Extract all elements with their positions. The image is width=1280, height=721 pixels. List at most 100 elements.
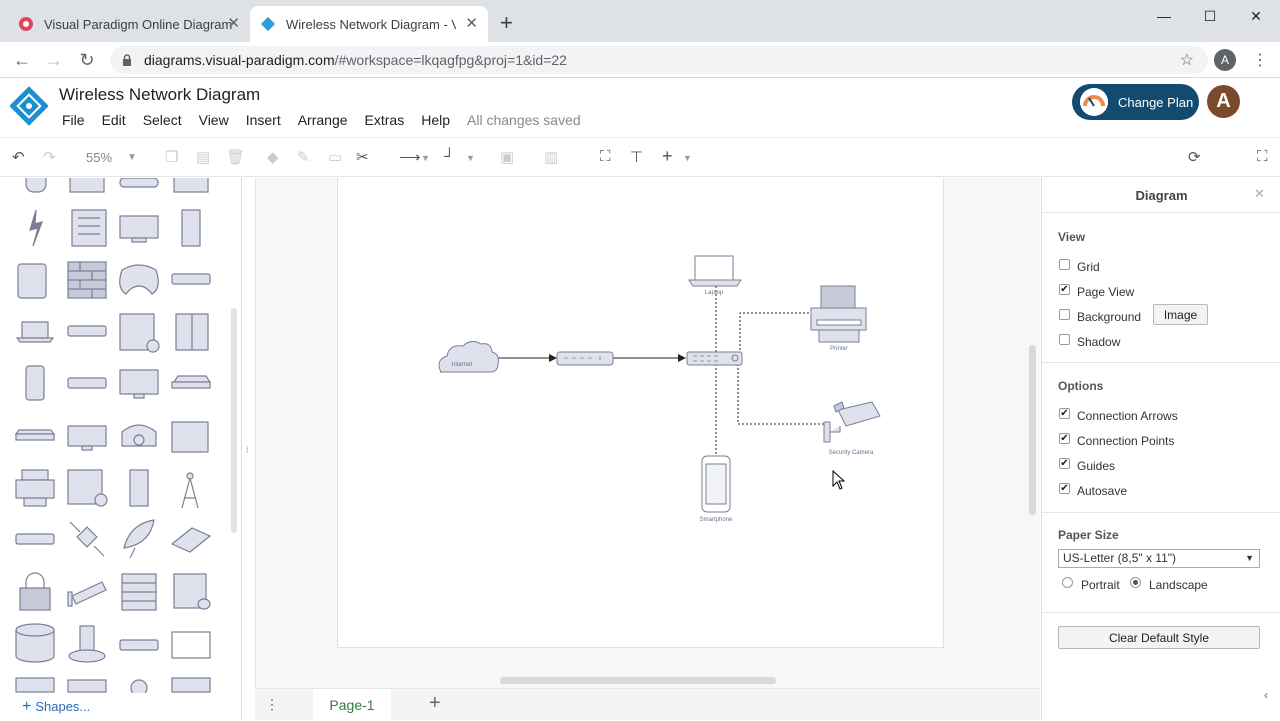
smartphone-shape-icon[interactable] [25,365,45,401]
printer-shape-icon[interactable] [15,469,55,507]
line-color-icon[interactable]: ✎ [297,148,310,166]
blade-server-shape-icon[interactable] [129,469,149,507]
patch-panel-shape-icon[interactable] [119,639,159,651]
cluster-shape-icon[interactable] [68,625,106,663]
fill-color-icon[interactable]: ◆ [267,148,279,166]
rack-unit-shape-icon[interactable] [15,533,55,545]
telephone-shape-icon[interactable] [121,424,157,447]
paste-icon[interactable]: ▤ [196,148,210,166]
close-tab-icon[interactable]: ✕ [465,14,478,32]
align-icon[interactable]: ▥ [544,148,558,166]
waypoint-dropdown-icon[interactable]: ▼ [466,153,475,163]
shape-panel-scrollbar[interactable] [231,308,237,533]
gamepad-shape-icon[interactable] [119,264,159,295]
pbx-shape-icon[interactable] [171,421,209,453]
tower-server-shape-icon[interactable] [181,209,201,247]
database-shape-icon[interactable] [15,623,55,663]
insert-plus-icon[interactable]: + [662,146,673,167]
forward-icon[interactable]: → [42,48,66,72]
bookmark-star-icon[interactable]: ☆ [1180,50,1194,70]
image-button[interactable]: Image [1153,304,1208,325]
partial-shape-icon[interactable] [15,677,211,697]
document-title[interactable]: Wireless Network Diagram [59,85,260,105]
window-close-icon[interactable]: ✕ [1233,0,1279,32]
node-switch[interactable] [686,351,743,366]
undo-icon[interactable]: ↶ [12,148,25,166]
display-shape-icon[interactable] [171,631,211,659]
diagram-page[interactable]: Internet Laptop Printer Security Camera … [337,178,944,648]
scanner-shape-icon[interactable] [119,178,159,188]
waypoint-icon[interactable]: ┘ [444,148,455,165]
landscape-radio[interactable] [1130,577,1141,588]
menu-file[interactable]: File [62,112,85,128]
minimize-icon[interactable]: — [1141,0,1187,32]
mouse-shape-icon[interactable] [25,178,47,193]
rack-shape-icon[interactable] [175,313,209,351]
lock-shape-icon[interactable] [19,572,51,611]
node-security-camera[interactable]: Security Camera [823,401,881,456]
browser-menu-icon[interactable]: ⋮ [1252,50,1268,70]
page-tab[interactable]: Page-1 [313,689,391,721]
server-storage-shape-icon[interactable] [173,573,211,610]
connector-dropdown-icon[interactable]: ▼ [421,153,430,163]
node-laptop[interactable]: Laptop [688,255,742,296]
connection-arrows-checkbox[interactable]: ✔ [1059,408,1070,419]
background-checkbox[interactable] [1059,309,1070,320]
fit-page-icon[interactable]: ⛶ [600,148,611,165]
profile-avatar[interactable]: A [1214,49,1236,71]
page-view-checkbox[interactable]: ✔ [1059,284,1070,295]
server-rack-shape-icon[interactable] [173,178,209,193]
menu-edit[interactable]: Edit [102,112,126,128]
database-server-shape-icon[interactable] [119,313,160,353]
back-icon[interactable]: ← [10,48,34,72]
browser-tab-vp-online[interactable]: Visual Paradigm Online Diagram ✕ [8,6,250,42]
storage-server-shape-icon[interactable] [67,469,108,507]
external-drive-shape-icon[interactable] [17,263,47,299]
text-align-icon[interactable]: ⊤ [630,148,643,166]
close-tab-icon[interactable]: ✕ [227,14,240,32]
zoom-dropdown-icon[interactable]: ▼ [127,152,137,163]
autosave-checkbox[interactable]: ✔ [1059,483,1070,494]
browser-tab-wireless[interactable]: Wireless Network Diagram - VP ( ✕ [250,6,488,42]
collapse-panel-icon[interactable]: ‹ [1264,688,1268,702]
connector-switch-printer[interactable] [739,312,811,350]
sync-icon[interactable]: ⟳ [1188,148,1201,166]
insert-dropdown-icon[interactable]: ▼ [683,153,692,163]
building-shape-icon[interactable] [69,178,105,193]
new-tab-button[interactable]: + [500,10,513,36]
canvas-horizontal-scrollbar[interactable] [500,677,776,684]
modem-shape-icon[interactable] [67,377,107,389]
dsl-device-shape-icon[interactable] [14,429,56,441]
switch-shape-icon[interactable] [171,375,212,389]
more-shapes-button[interactable]: + Shapes... [22,698,90,716]
paper-size-select[interactable]: US-Letter (8,5" x 11") ▼ [1058,549,1260,568]
hub-shape-icon[interactable] [171,273,211,285]
monitor-shape-icon[interactable] [119,369,159,399]
scanner-flatbed-shape-icon[interactable] [170,527,212,553]
add-page-button[interactable]: + [429,692,441,715]
close-panel-icon[interactable]: ✕ [1254,186,1265,202]
satellite-dish-shape-icon[interactable] [123,519,155,559]
reload-icon[interactable]: ↻ [75,48,99,72]
mainframe-shape-icon[interactable] [71,209,107,247]
satellite-shape-icon[interactable] [69,521,105,557]
menu-arrange[interactable]: Arrange [298,112,348,128]
menu-extras[interactable]: Extras [365,112,405,128]
arrange-icon[interactable]: ▣ [500,148,514,166]
camera-shape-icon[interactable] [67,581,107,607]
diagram-canvas[interactable]: Internet Laptop Printer Security Camera … [255,178,1040,688]
grid-checkbox[interactable] [1059,259,1070,270]
workstation-shape-icon[interactable] [119,215,159,243]
laptop-shape-icon[interactable] [15,321,55,343]
node-smartphone[interactable]: Smartphone [700,455,733,523]
format-painter-icon[interactable]: ✂ [356,148,369,166]
clear-default-style-button[interactable]: Clear Default Style [1058,626,1260,649]
panel-resize-handle[interactable]: ⁞ [246,445,249,455]
lightning-shape-icon[interactable] [29,209,43,247]
menu-view[interactable]: View [199,112,229,128]
pc-shape-icon[interactable] [67,425,107,451]
node-router[interactable] [556,351,614,366]
firewall-shape-icon[interactable] [67,261,107,299]
portrait-radio[interactable] [1062,577,1073,588]
delete-icon[interactable]: 🗑 [226,148,245,166]
